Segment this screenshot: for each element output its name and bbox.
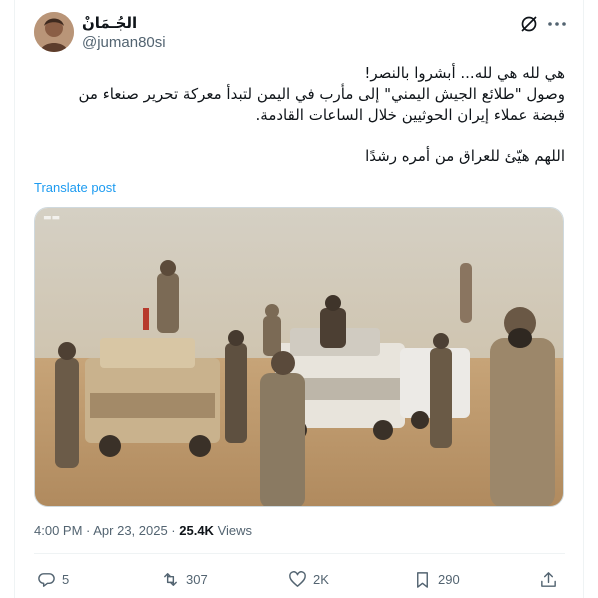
tweet-line: وصول "طلائع الجيش اليمني" إلى مأرب في ال… [78, 85, 565, 103]
tweet-text: هي لله هي لله... أبشروا بالنصر! وصول "طل… [34, 63, 565, 167]
action-bar: 5 307 2K 290 [15, 560, 585, 596]
reply-count: 5 [62, 572, 70, 587]
author-name[interactable]: الجُـمَانْ [82, 14, 137, 32]
reply-icon [38, 573, 55, 587]
video-frame: ▬▬ [35, 208, 563, 506]
like-icon [289, 571, 306, 587]
more-icon[interactable] [545, 14, 569, 34]
author-handle[interactable]: @juman80si [82, 34, 166, 51]
post-timestamp[interactable]: 4:00 PM · Apr 23, 2025 · 25.4K Views [34, 523, 252, 538]
tweet-line: قبضة عملاء إيران الحوثيين خلال الساعات ا… [255, 106, 565, 124]
bookmark-icon [417, 572, 428, 588]
svg-text:▬▬: ▬▬ [43, 213, 60, 223]
like-button[interactable]: 2K [288, 570, 329, 589]
views-count: 25.4K [179, 523, 214, 538]
tweet-card: الجُـمَانْ @juman80si هي لله هي لله... أ… [14, 0, 584, 598]
bookmark-count: 290 [438, 572, 460, 587]
divider [34, 553, 565, 554]
reply-button[interactable]: 5 [37, 570, 69, 589]
share-button[interactable] [539, 570, 558, 589]
grok-icon[interactable] [519, 14, 539, 34]
tweet-video[interactable]: ▬▬ [34, 207, 564, 507]
share-icon [541, 572, 556, 587]
repost-count: 307 [186, 572, 208, 587]
avatar[interactable] [34, 12, 74, 52]
views-label: Views [213, 523, 253, 538]
like-count: 2K [313, 572, 329, 587]
post-time[interactable]: 4:00 PM · Apr 23, 2025 · [34, 523, 179, 538]
repost-button[interactable]: 307 [161, 570, 208, 589]
repost-icon [164, 573, 177, 586]
translate-post-link[interactable]: Translate post [34, 180, 116, 195]
tweet-line: هي لله هي لله... أبشروا بالنصر! [364, 64, 565, 82]
bookmark-button[interactable]: 290 [413, 570, 460, 589]
tweet-line: اللهم هيّئ للعراق من أمره رشدًا [365, 147, 565, 165]
